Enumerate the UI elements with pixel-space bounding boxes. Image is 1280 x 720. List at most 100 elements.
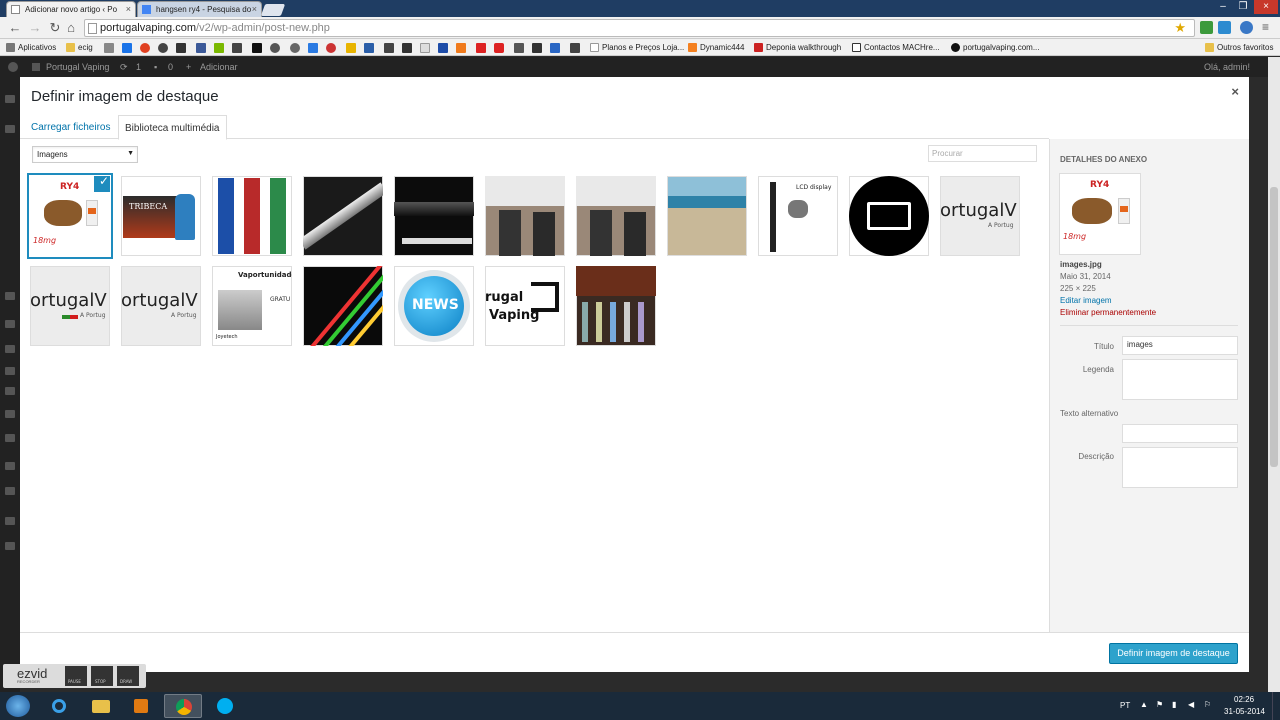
clock-time[interactable]: 02:26 [1234, 695, 1254, 704]
bookmark-icon[interactable] [532, 43, 542, 53]
bookmark-icon[interactable] [176, 43, 186, 53]
attachment-portugalvaping-banner-1[interactable]: ortugalV A Portug [940, 176, 1020, 256]
attachment-ry4-tobacco[interactable]: RY4 18mg ✓ [30, 176, 110, 256]
comments-icon[interactable] [5, 345, 15, 353]
add-new-link[interactable]: Adicionar [200, 62, 238, 72]
attachment-evolved-black[interactable] [394, 176, 474, 256]
media-search-input[interactable]: Procurar [928, 145, 1037, 162]
bookmark-icon[interactable] [158, 43, 168, 53]
wordpress-icon[interactable] [8, 62, 18, 72]
edit-image-link[interactable]: Editar imagem [1060, 295, 1156, 307]
bookmark-other[interactable]: Outros favoritos [1205, 41, 1273, 54]
bookmark-icon[interactable] [122, 43, 132, 53]
address-bar[interactable]: portugalvaping.com/v2/wp-admin/post-new.… [84, 19, 1195, 37]
alt-text-field[interactable] [1122, 424, 1238, 443]
show-desktop-button[interactable] [1272, 692, 1280, 720]
set-featured-image-button[interactable]: Definir imagem de destaque [1109, 643, 1238, 664]
bookmark-icon[interactable] [514, 43, 524, 53]
tools-icon[interactable] [5, 434, 15, 442]
bookmark-ecig[interactable]: ecig [66, 41, 93, 54]
attachment-rainbow-light[interactable] [303, 266, 383, 346]
settings-icon[interactable] [5, 462, 15, 470]
close-window-icon[interactable]: × [1254, 0, 1278, 14]
attachment-store-shelves[interactable] [576, 266, 656, 346]
collapse-menu-icon[interactable] [5, 542, 15, 550]
back-icon[interactable]: ← [6, 19, 24, 37]
dashboard-icon[interactable] [5, 95, 15, 103]
flag-icon[interactable]: ⚐ [1204, 700, 1211, 709]
bookmark-star-icon[interactable]: ★ [1174, 20, 1186, 36]
attachment-portugalvaping-banner-3[interactable]: ortugalV A Portug [121, 266, 201, 346]
taskbar-media[interactable] [122, 694, 160, 718]
description-field[interactable] [1122, 447, 1238, 488]
bookmark-icon[interactable] [438, 43, 448, 53]
tab-upload-files[interactable]: Carregar ficheiros [25, 115, 116, 140]
appearance-icon[interactable] [5, 367, 15, 375]
draw-button[interactable]: DRAW [117, 666, 139, 686]
translate-icon[interactable] [1218, 21, 1231, 34]
pause-button[interactable]: PAUSE [65, 666, 87, 686]
bookmark-icon[interactable] [364, 43, 374, 53]
media-type-filter[interactable]: Imagens ▼ [32, 146, 138, 163]
bookmark-planos[interactable]: Planos e Preços Loja... [590, 41, 684, 54]
volume-icon[interactable]: ◀ [1188, 700, 1194, 709]
restore-icon[interactable]: ❐ [1232, 0, 1254, 14]
attachment-tribeca[interactable]: TRIBECA [121, 176, 201, 256]
facebook-icon[interactable] [196, 43, 206, 53]
scrollbar-thumb[interactable] [1270, 187, 1278, 467]
action-center-icon[interactable]: ⚑ [1156, 700, 1163, 709]
bookmark-icon[interactable] [290, 43, 300, 53]
bookmark-icon[interactable] [326, 43, 336, 53]
bookmark-icon[interactable] [550, 43, 560, 53]
bookmark-icon[interactable] [456, 43, 466, 53]
attachment-portugalvaping-banner-2[interactable]: ortugalV A Portug [30, 266, 110, 346]
close-tab-icon[interactable]: × [252, 4, 257, 14]
youtube-icon[interactable] [494, 43, 504, 53]
tab-media-library[interactable]: Biblioteca multimédia [118, 115, 227, 140]
bookmark-icon[interactable] [308, 43, 318, 53]
extension-icon[interactable] [1200, 21, 1213, 34]
bookmark-icon[interactable] [270, 43, 280, 53]
stop-button[interactable]: STOP [91, 666, 113, 686]
taskbar-explorer[interactable] [82, 694, 120, 718]
bookmark-icon[interactable] [232, 43, 242, 53]
media-icon[interactable] [5, 292, 15, 300]
page-scrollbar[interactable] [1268, 57, 1280, 697]
bookmark-portugalvaping[interactable]: portugalvaping.com... [951, 41, 1040, 54]
menu-item-icon[interactable] [5, 487, 15, 495]
clock-date[interactable]: 31-05-2014 [1224, 707, 1265, 716]
attachment-vapers-photo-1[interactable] [485, 176, 565, 256]
bookmark-icon[interactable] [570, 43, 580, 53]
menu-icon[interactable]: ≡ [1262, 21, 1275, 34]
pages-icon[interactable] [5, 320, 15, 328]
bookmark-dynamic444[interactable]: Dynamic444 [688, 41, 744, 54]
bookmark-icon[interactable] [214, 43, 224, 53]
attachment-silver-ecig[interactable] [303, 176, 383, 256]
bookmark-icon[interactable] [104, 43, 114, 53]
caption-field[interactable] [1122, 359, 1238, 400]
taskbar-ie[interactable] [40, 694, 78, 718]
browser-tab-active[interactable]: Adicionar novo artigo ‹ Po × [6, 1, 136, 17]
network-icon[interactable]: ▮ [1172, 700, 1176, 709]
menu-item-icon[interactable] [5, 517, 15, 525]
bookmark-icon[interactable] [346, 43, 356, 53]
new-tab-button[interactable] [260, 4, 286, 16]
updates-icon[interactable]: ⟳ [120, 62, 128, 73]
posts-icon[interactable] [5, 125, 15, 133]
start-button-icon[interactable] [6, 695, 30, 717]
minimize-icon[interactable]: – [1212, 0, 1234, 14]
comments-icon[interactable]: ▪ [154, 62, 157, 72]
bookmark-icon[interactable] [252, 43, 262, 53]
attachment-vapers-photo-2[interactable] [576, 176, 656, 256]
attachment-portugal-vaping-logo[interactable]: rugal Vaping [485, 266, 565, 346]
extension-e-icon[interactable] [1240, 21, 1253, 34]
language-indicator[interactable]: PT [1120, 701, 1130, 710]
bookmark-icon[interactable] [140, 43, 150, 53]
attachment-lcd-display-kit[interactable]: LCD display [758, 176, 838, 256]
attachment-pv-logo-circle[interactable] [849, 176, 929, 256]
attachment-vaportunidade-joyetech[interactable]: Vaportunidade GRATU Joyetech [212, 266, 292, 346]
bookmark-icon[interactable] [402, 43, 412, 53]
bookmark-apps[interactable]: Aplicativos [6, 41, 56, 54]
attachment-city-aerial[interactable] [667, 176, 747, 256]
bookmark-icon[interactable] [384, 43, 394, 53]
